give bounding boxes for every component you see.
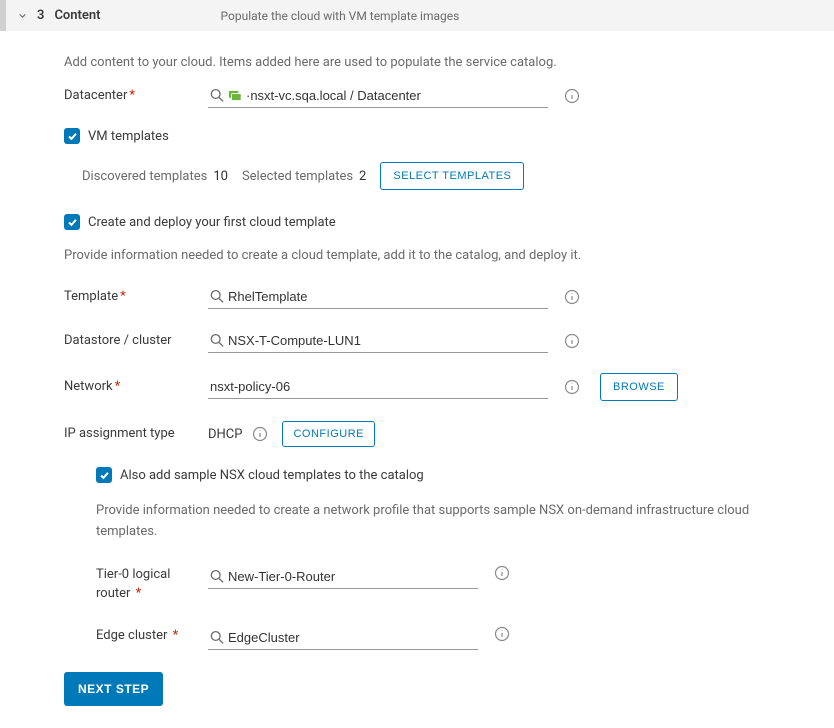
selected-count: 2: [359, 169, 366, 184]
nsx-samples-checkbox[interactable]: [96, 467, 112, 483]
ip-assignment-label: IP assignment type: [64, 425, 208, 443]
search-icon: [210, 630, 224, 644]
datacenter-input[interactable]: [208, 84, 548, 108]
search-icon: [210, 289, 224, 303]
ip-assignment-row: IP assignment type DHCP CONFIGURE: [64, 421, 834, 447]
check-icon: [67, 131, 78, 142]
nsx-samples-label: Also add sample NSX cloud templates to t…: [120, 468, 424, 483]
edge-cluster-label: Edge cluster *: [96, 626, 208, 646]
template-row: Template*: [64, 285, 834, 309]
datastore-input[interactable]: [208, 329, 548, 353]
browse-button[interactable]: BROWSE: [600, 373, 678, 401]
tier0-input[interactable]: [208, 565, 478, 589]
discovered-count: 10: [213, 169, 228, 184]
nsx-samples-checkbox-row: Also add sample NSX cloud templates to t…: [96, 467, 794, 483]
info-icon[interactable]: [564, 88, 580, 104]
network-input[interactable]: [208, 375, 548, 399]
info-icon[interactable]: [564, 379, 580, 395]
template-input[interactable]: [208, 285, 548, 309]
datastore-label: Datastore / cluster: [64, 332, 208, 350]
section-header[interactable]: 3 Content Populate the cloud with VM tem…: [0, 0, 834, 31]
create-deploy-checkbox[interactable]: [64, 214, 80, 230]
datastore-row: Datastore / cluster: [64, 329, 834, 353]
check-icon: [67, 217, 78, 228]
selected-templates-label: Selected templates: [242, 169, 353, 184]
configure-button[interactable]: CONFIGURE: [282, 421, 375, 447]
ip-assignment-value: DHCP: [208, 427, 242, 442]
edge-cluster-input[interactable]: [208, 626, 478, 650]
create-deploy-desc: Provide information needed to create a c…: [64, 248, 834, 263]
datacenter-label: Datacenter*: [64, 87, 208, 105]
step-title: Content: [54, 8, 100, 23]
info-icon[interactable]: [494, 626, 510, 642]
discovered-templates-label: Discovered templates: [82, 169, 207, 184]
search-icon: [210, 88, 224, 102]
tier0-label: Tier-0 logical router *: [96, 565, 208, 604]
create-deploy-label: Create and deploy your first cloud templ…: [88, 215, 336, 230]
intro-text: Add content to your cloud. Items added h…: [64, 55, 834, 70]
info-icon[interactable]: [564, 333, 580, 349]
next-step-button[interactable]: NEXT STEP: [64, 672, 163, 706]
vm-templates-checkbox[interactable]: [64, 128, 80, 144]
search-icon: [210, 333, 224, 347]
network-row: Network* BROWSE: [64, 373, 834, 401]
info-icon[interactable]: [564, 289, 580, 305]
step-number: 3: [37, 8, 44, 23]
create-deploy-checkbox-row: Create and deploy your first cloud templ…: [64, 214, 834, 230]
vm-templates-label: VM templates: [88, 129, 169, 144]
info-icon[interactable]: [494, 565, 510, 581]
chevron-down-icon: [18, 11, 27, 20]
select-templates-button[interactable]: SELECT TEMPLATES: [380, 162, 524, 190]
vm-icon: [228, 88, 242, 102]
datacenter-row: Datacenter*: [64, 84, 834, 108]
search-icon: [210, 569, 224, 583]
edge-cluster-row: Edge cluster *: [96, 626, 794, 650]
check-icon: [99, 470, 110, 481]
nsx-samples-desc: Provide information needed to create a n…: [96, 501, 794, 543]
info-icon[interactable]: [252, 426, 268, 442]
vm-templates-checkbox-row: VM templates: [64, 128, 834, 144]
step-subtitle: Populate the cloud with VM template imag…: [221, 9, 460, 23]
templates-summary: Discovered templates 10 Selected templat…: [82, 162, 834, 190]
network-label: Network*: [64, 378, 208, 396]
template-label: Template*: [64, 288, 208, 306]
tier0-row: Tier-0 logical router *: [96, 565, 794, 604]
